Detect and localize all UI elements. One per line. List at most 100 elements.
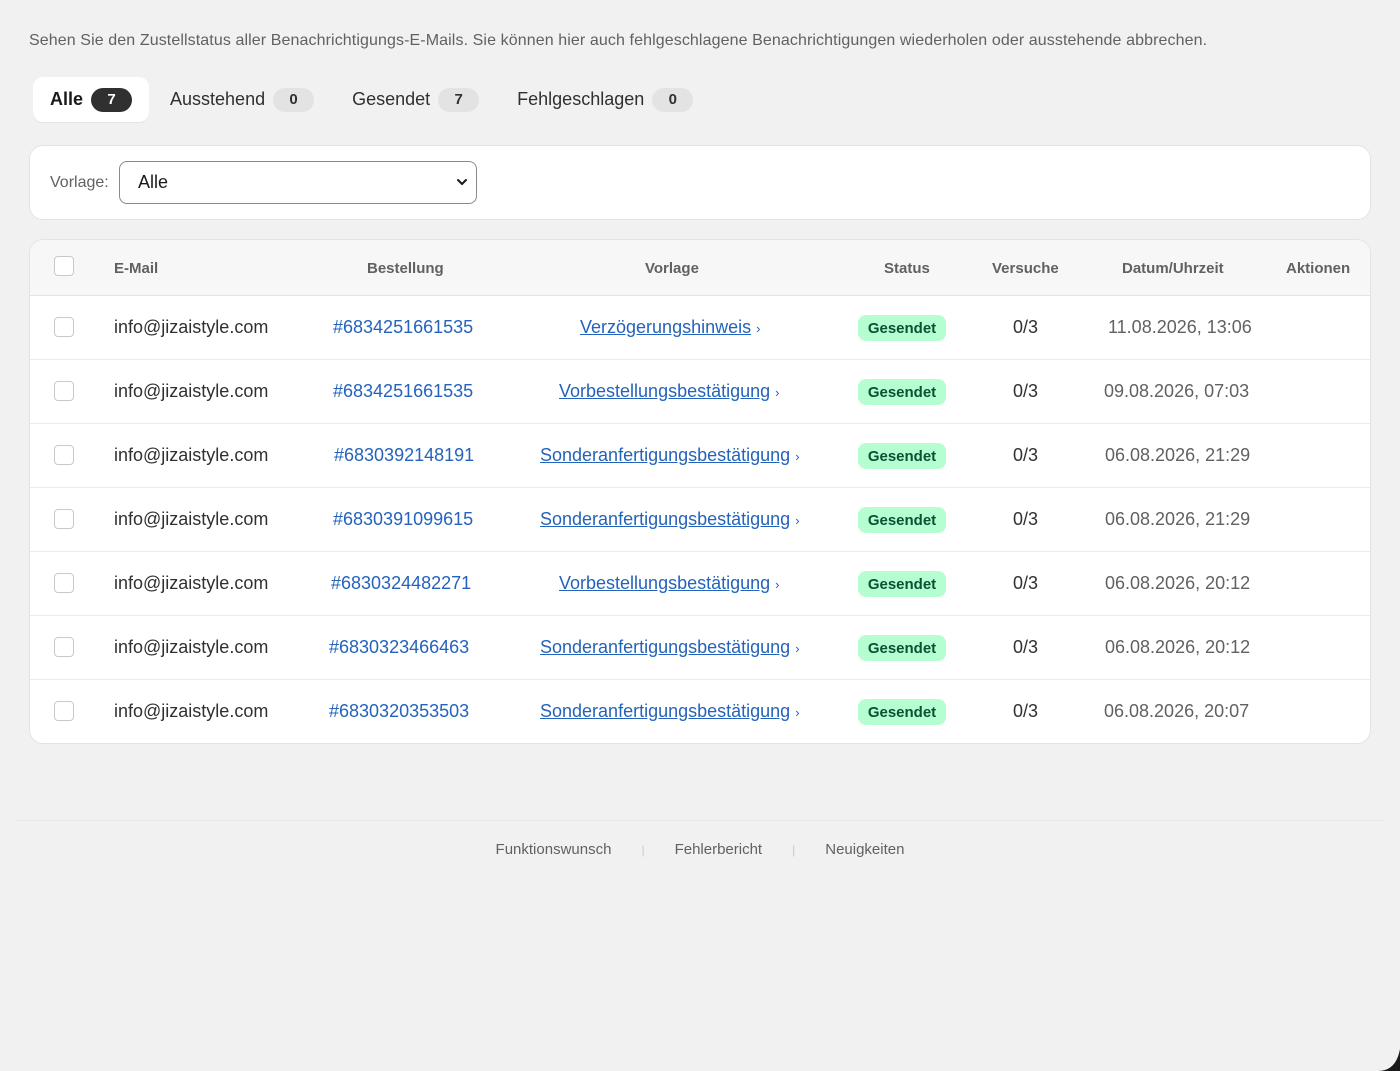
table-row: info@jizaistyle.com #6830320353503 Sonde… <box>30 680 1370 743</box>
tab-label: Fehlgeschlagen <box>517 89 645 109</box>
footer-divider <box>16 820 1384 821</box>
attempts-cell: 0/3 <box>1013 381 1039 401</box>
order-link[interactable]: #6830324482271 <box>331 573 471 594</box>
datetime-cell: 06.08.2026, 21:29 <box>1105 509 1251 529</box>
attempts-cell: 0/3 <box>1013 573 1039 593</box>
status-badge: Gesendet <box>858 443 946 469</box>
tab-label: Ausstehend <box>170 89 266 109</box>
email-cell: info@jizaistyle.com <box>114 701 269 721</box>
column-header-datetime: Datum/Uhrzeit <box>1122 260 1224 277</box>
status-badge: Gesendet <box>858 315 946 341</box>
order-link[interactable]: #6830391099615 <box>333 509 473 530</box>
template-filter-select[interactable]: Alle <box>119 161 477 204</box>
order-link[interactable]: #6830323466463 <box>329 637 469 658</box>
tab-sent[interactable]: Gesendet 7 <box>335 77 496 122</box>
datetime-cell: 06.08.2026, 20:12 <box>1105 637 1251 657</box>
template-link[interactable]: Vorbestellungsbestätigung › <box>559 381 780 402</box>
news-link[interactable]: Neuigkeiten <box>825 841 904 858</box>
template-link[interactable]: Sonderanfertigungsbestätigung › <box>540 445 800 466</box>
status-badge: Gesendet <box>858 699 946 725</box>
email-cell: info@jizaistyle.com <box>114 509 269 529</box>
template-link[interactable]: Verzögerungshinweis › <box>580 317 760 338</box>
row-checkbox[interactable] <box>54 509 74 529</box>
status-tabs: Alle 7 Ausstehend 0 Gesendet 7 Fehlgesch… <box>33 77 714 122</box>
column-header-attempts: Versuche <box>992 260 1059 277</box>
notifications-table: E-Mail Bestellung Vorlage Status Versuch… <box>29 239 1371 744</box>
template-link[interactable]: Sonderanfertigungsbestätigung › <box>540 701 800 722</box>
template-link[interactable]: Sonderanfertigungsbestätigung › <box>540 637 800 658</box>
column-header-email: E-Mail <box>114 260 159 277</box>
datetime-cell: 11.08.2026, 13:06 <box>1108 317 1252 337</box>
email-cell: info@jizaistyle.com <box>114 317 269 337</box>
table-row: info@jizaistyle.com #6834251661535 Vorbe… <box>30 360 1370 424</box>
datetime-cell: 06.08.2026, 20:12 <box>1105 573 1251 593</box>
order-link[interactable]: #6834251661535 <box>333 317 473 338</box>
attempts-cell: 0/3 <box>1013 701 1039 721</box>
email-cell: info@jizaistyle.com <box>114 637 269 657</box>
template-filter-value: Alle <box>138 172 169 192</box>
row-checkbox[interactable] <box>54 573 74 593</box>
chevron-right-icon: › <box>795 705 800 720</box>
template-link-label: Sonderanfertigungsbestätigung <box>540 509 791 529</box>
tab-count-badge: 0 <box>273 87 315 112</box>
row-checkbox[interactable] <box>54 701 74 721</box>
chevron-right-icon: › <box>795 641 800 656</box>
attempts-cell: 0/3 <box>1013 509 1039 529</box>
select-all-checkbox[interactable] <box>54 256 74 276</box>
column-header-template: Vorlage <box>645 260 699 277</box>
page-description: Sehen Sie den Zustellstatus aller Benach… <box>29 32 1208 49</box>
email-cell: info@jizaistyle.com <box>114 573 269 593</box>
column-header-status: Status <box>884 260 930 277</box>
row-checkbox[interactable] <box>54 445 74 465</box>
template-link[interactable]: Sonderanfertigungsbestätigung › <box>540 509 800 530</box>
template-link-label: Vorbestellungsbestätigung <box>559 381 771 401</box>
template-link-label: Sonderanfertigungsbestätigung <box>540 701 791 721</box>
status-badge: Gesendet <box>858 507 946 533</box>
order-link[interactable]: #6830320353503 <box>329 701 469 722</box>
order-link[interactable]: #6830392148191 <box>334 445 474 466</box>
row-checkbox[interactable] <box>54 637 74 657</box>
table-row: info@jizaistyle.com #6830391099615 Sonde… <box>30 488 1370 552</box>
tab-count-badge: 0 <box>652 87 694 112</box>
chevron-right-icon: › <box>775 385 780 400</box>
template-link[interactable]: Vorbestellungsbestätigung › <box>559 573 780 594</box>
table-row: info@jizaistyle.com #6830323466463 Sonde… <box>30 616 1370 680</box>
table-header: E-Mail Bestellung Vorlage Status Versuch… <box>30 240 1370 296</box>
template-link-label: Verzögerungshinweis <box>580 317 752 337</box>
window-corner <box>1378 1049 1400 1071</box>
table-row: info@jizaistyle.com #6830324482271 Vorbe… <box>30 552 1370 616</box>
column-header-order: Bestellung <box>367 260 444 277</box>
table-row: info@jizaistyle.com #6830392148191 Sonde… <box>30 424 1370 488</box>
filter-card: Vorlage: Alle <box>29 145 1371 220</box>
template-link-label: Sonderanfertigungsbestätigung <box>540 637 791 657</box>
email-cell: info@jizaistyle.com <box>114 445 269 465</box>
footer-separator: | <box>641 842 645 857</box>
chevron-right-icon: › <box>756 321 761 336</box>
feature-request-link[interactable]: Funktionswunsch <box>496 841 612 858</box>
tab-pending[interactable]: Ausstehend 0 <box>153 77 331 122</box>
row-checkbox[interactable] <box>54 381 74 401</box>
row-checkbox[interactable] <box>54 317 74 337</box>
tab-failed[interactable]: Fehlgeschlagen 0 <box>500 77 710 122</box>
tab-all[interactable]: Alle 7 <box>33 77 150 122</box>
table-row: info@jizaistyle.com #6834251661535 Verzö… <box>30 296 1370 360</box>
chevron-right-icon: › <box>795 513 800 528</box>
column-header-actions: Aktionen <box>1286 260 1351 277</box>
status-badge: Gesendet <box>858 635 946 661</box>
template-filter-label: Vorlage: <box>50 174 109 191</box>
status-badge: Gesendet <box>858 379 946 405</box>
bug-report-link[interactable]: Fehlerbericht <box>675 841 763 858</box>
datetime-cell: 06.08.2026, 20:07 <box>1104 701 1250 721</box>
chevron-down-icon <box>457 179 467 185</box>
footer-links: Funktionswunsch | Fehlerbericht | Neuigk… <box>0 841 1400 858</box>
order-link[interactable]: #6834251661535 <box>333 381 473 402</box>
tab-label: Alle <box>50 89 84 109</box>
datetime-cell: 06.08.2026, 21:29 <box>1105 445 1251 465</box>
template-link-label: Sonderanfertigungsbestätigung <box>540 445 791 465</box>
footer-separator: | <box>792 842 796 857</box>
tab-count-badge: 7 <box>438 87 480 112</box>
attempts-cell: 0/3 <box>1013 317 1039 337</box>
status-badge: Gesendet <box>858 571 946 597</box>
datetime-cell: 09.08.2026, 07:03 <box>1104 381 1250 401</box>
tab-label: Gesendet <box>352 89 431 109</box>
